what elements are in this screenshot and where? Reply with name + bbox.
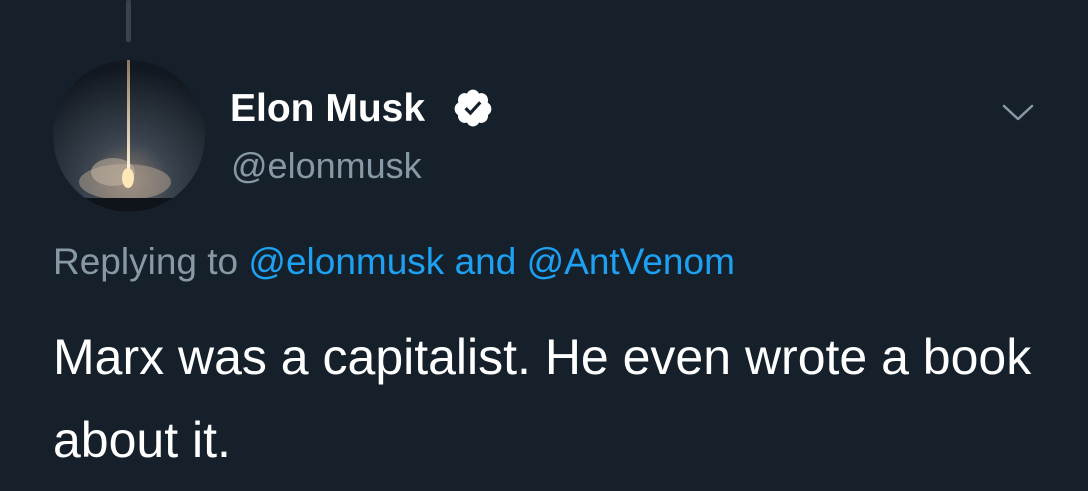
reply-prefix: Replying to [53, 241, 239, 282]
user-handle[interactable]: @elonmusk [231, 145, 422, 187]
rocket-launch-avatar-icon [53, 60, 205, 212]
reply-context: Replying to @elonmusk and @AntVenom [53, 240, 735, 284]
mention-link-elonmusk[interactable]: @elonmusk [248, 241, 444, 282]
thread-connector-line [126, 0, 131, 42]
display-name[interactable]: Elon Musk [230, 86, 425, 132]
chevron-down-icon[interactable] [998, 97, 1038, 127]
tweet-text: Marx was a capitalist. He even wrote a b… [53, 329, 1032, 468]
avatar[interactable] [53, 60, 205, 212]
reply-conjunction: and [454, 241, 517, 282]
mention-link-antvenom[interactable]: @AntVenom [527, 241, 735, 282]
verified-badge-icon [452, 87, 494, 129]
